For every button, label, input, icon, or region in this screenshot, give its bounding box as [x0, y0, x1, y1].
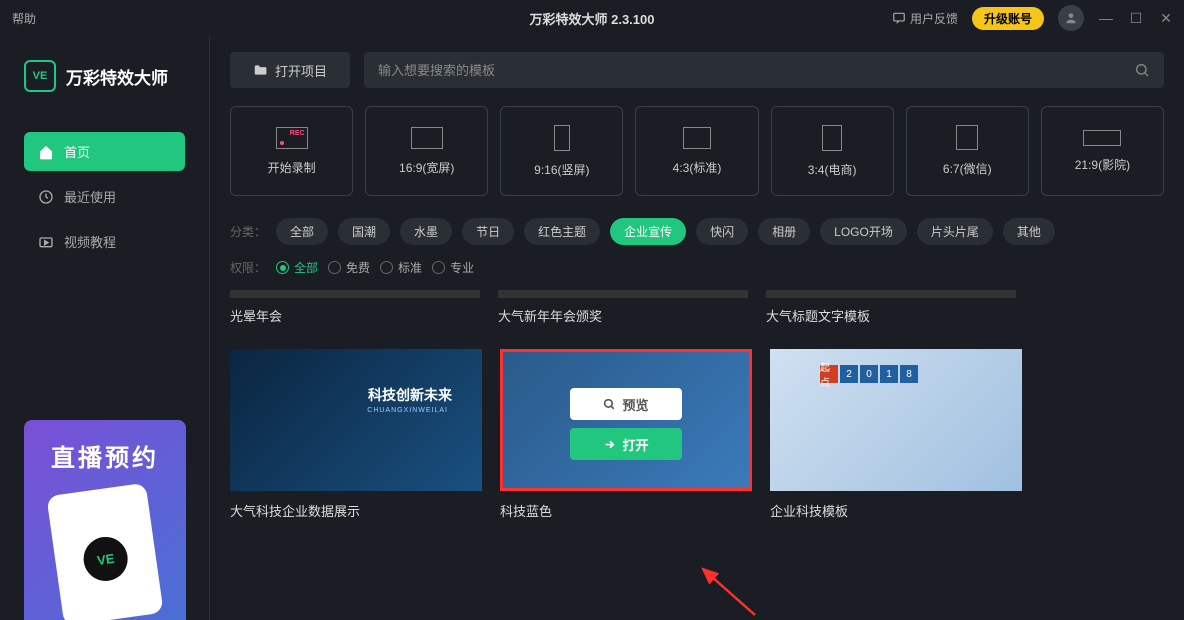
ratio-icon: [683, 127, 711, 149]
tile-4-3[interactable]: 4:3(标准): [635, 106, 758, 196]
cat-intro[interactable]: 片头片尾: [917, 218, 993, 245]
chat-icon: [892, 11, 906, 25]
tile-16-9[interactable]: 16:9(宽屏): [365, 106, 488, 196]
category-label: 分类：: [230, 223, 266, 240]
promo-title: 直播预约: [51, 438, 159, 473]
perm-free[interactable]: 免费: [328, 259, 370, 276]
ratio-icon: [1083, 130, 1121, 146]
ratio-icon: [822, 125, 842, 151]
thumb-text: 科技创新未来: [368, 385, 452, 405]
nav-tutorial[interactable]: 视频教程: [24, 222, 185, 261]
template-item[interactable]: 光晕年会: [230, 290, 480, 325]
perm-all[interactable]: 全部: [276, 259, 318, 276]
open-project-button[interactable]: 打开项目: [230, 52, 350, 88]
clock-icon: [38, 189, 54, 205]
template-card[interactable]: 起点 2018 企业科技模板: [770, 349, 1022, 520]
cat-guochao[interactable]: 国潮: [338, 218, 390, 245]
tile-21-9[interactable]: 21:9(影院): [1041, 106, 1164, 196]
thumb-subtext: CHUANGXINWEILAI: [367, 407, 448, 414]
record-icon: [276, 127, 308, 149]
minimize-button[interactable]: —: [1098, 10, 1114, 26]
promo-banner[interactable]: 直播预约 VE: [24, 420, 186, 620]
search-input[interactable]: [378, 63, 1134, 78]
cat-red[interactable]: 红色主题: [524, 218, 600, 245]
cat-album[interactable]: 相册: [758, 218, 810, 245]
logo-text: 万彩特效大师: [66, 64, 168, 89]
close-button[interactable]: ✕: [1158, 10, 1174, 27]
cat-other[interactable]: 其他: [1003, 218, 1055, 245]
maximize-button[interactable]: ☐: [1128, 10, 1144, 27]
template-item[interactable]: 大气标题文字模板: [766, 290, 1016, 325]
tile-record[interactable]: 开始录制: [230, 106, 353, 196]
cat-logo[interactable]: LOGO开场: [820, 218, 907, 245]
cat-all[interactable]: 全部: [276, 218, 328, 245]
user-avatar[interactable]: [1058, 5, 1084, 31]
preview-button[interactable]: 预览: [570, 388, 682, 420]
nav-recent[interactable]: 最近使用: [24, 177, 185, 216]
thumb-year: 起点 2018: [820, 365, 918, 383]
content-area: 打开项目 开始录制 16:9(宽屏) 9:16(竖屏) 4:3(标准) 3:4(…: [210, 36, 1184, 620]
help-menu[interactable]: 帮助: [12, 10, 36, 27]
cat-corporate[interactable]: 企业宣传: [610, 218, 686, 245]
promo-phone-graphic: VE: [46, 483, 163, 620]
template-thumb: 起点 2018: [770, 349, 1022, 491]
ratio-icon: [554, 125, 570, 151]
feedback-link[interactable]: 用户反馈: [892, 10, 958, 27]
tile-9-16[interactable]: 9:16(竖屏): [500, 106, 623, 196]
template-title: 大气科技企业数据展示: [230, 501, 482, 520]
promo-badge: VE: [81, 534, 131, 584]
search-box: [364, 52, 1164, 88]
perm-standard[interactable]: 标准: [380, 259, 422, 276]
logo-badge: VE: [24, 60, 56, 92]
ratio-icon: [411, 127, 443, 149]
home-icon: [38, 144, 54, 160]
template-title: 科技蓝色: [500, 501, 752, 520]
window-title: 万彩特效大师 2.3.100: [530, 9, 655, 28]
arrow-icon: [603, 438, 616, 451]
template-thumb: 科技创新未来 CHUANGXINWEILAI: [230, 349, 482, 491]
folder-icon: [253, 63, 267, 77]
template-row-1: 光晕年会 大气新年年会颁奖 大气标题文字模板: [230, 290, 1164, 325]
user-icon: [1064, 11, 1078, 25]
ratio-icon: [956, 125, 978, 150]
cat-flash[interactable]: 快闪: [696, 218, 748, 245]
template-card-hovered[interactable]: 预览 打开 科技蓝色: [500, 349, 752, 520]
tile-6-7[interactable]: 6:7(微信): [906, 106, 1029, 196]
template-card[interactable]: 科技创新未来 CHUANGXINWEILAI 大气科技企业数据展示: [230, 349, 482, 520]
open-button[interactable]: 打开: [570, 428, 682, 460]
annotation-arrow: [695, 565, 755, 615]
perm-pro[interactable]: 专业: [432, 259, 474, 276]
cat-ink[interactable]: 水墨: [400, 218, 452, 245]
app-logo: VE 万彩特效大师: [24, 60, 185, 92]
permission-label: 权限：: [230, 259, 266, 276]
nav-home[interactable]: 首页: [24, 132, 185, 171]
template-thumb: 预览 打开: [500, 349, 752, 491]
category-row: 分类： 全部 国潮 水墨 节日 红色主题 企业宣传 快闪 相册 LOGO开场 片…: [230, 218, 1164, 245]
template-title: 企业科技模板: [770, 501, 1022, 520]
video-icon: [38, 234, 54, 250]
search-icon[interactable]: [1134, 62, 1150, 78]
cat-festival[interactable]: 节日: [462, 218, 514, 245]
aspect-tiles: 开始录制 16:9(宽屏) 9:16(竖屏) 4:3(标准) 3:4(电商) 6…: [230, 106, 1164, 196]
upgrade-button[interactable]: 升级账号: [972, 7, 1044, 30]
search-icon: [603, 398, 616, 411]
tile-3-4[interactable]: 3:4(电商): [771, 106, 894, 196]
template-row-2: 科技创新未来 CHUANGXINWEILAI 大气科技企业数据展示 预览 打开: [230, 349, 1164, 520]
template-item[interactable]: 大气新年年会颁奖: [498, 290, 748, 325]
sidebar: VE 万彩特效大师 首页 最近使用 视频教程 直播预约 VE: [0, 36, 210, 620]
permission-row: 权限： 全部 免费 标准 专业: [230, 259, 1164, 276]
